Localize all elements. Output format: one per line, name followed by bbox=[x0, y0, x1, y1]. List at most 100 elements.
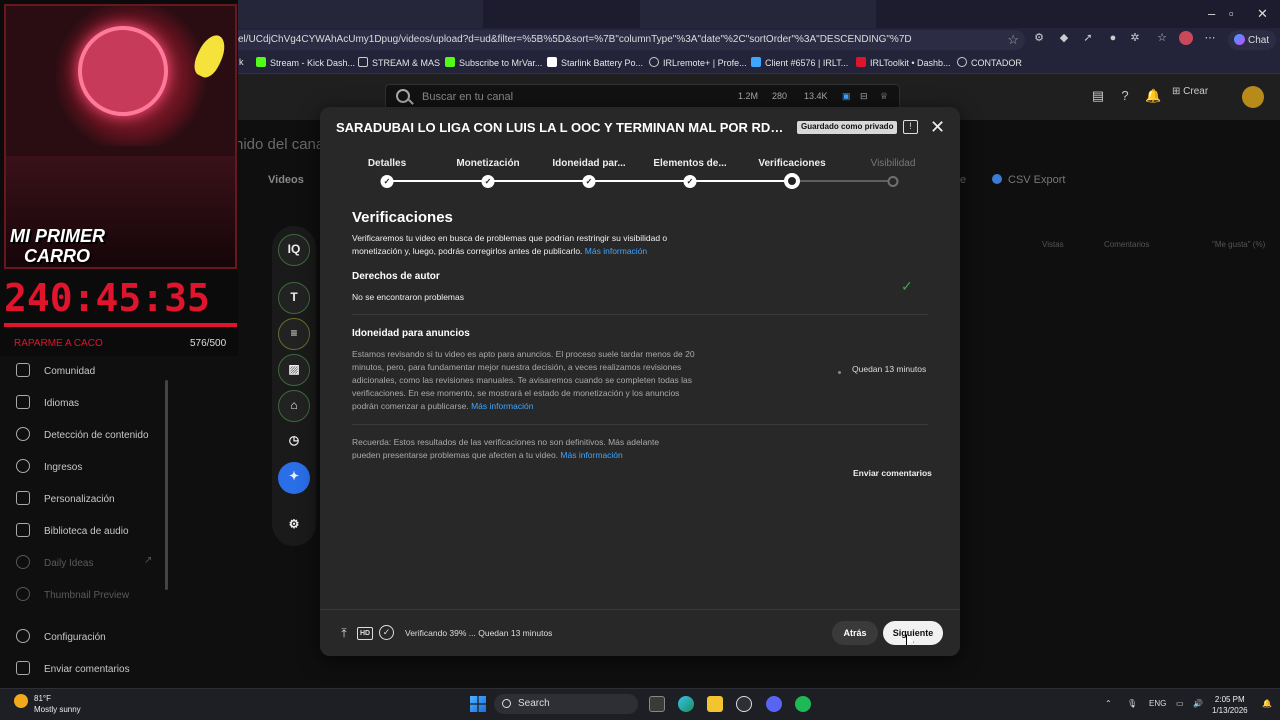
sidebar-item-audio-library[interactable]: Biblioteca de audio bbox=[16, 523, 129, 537]
stream-overlay: MI PRIMER CARRO 240:45:35 RAPARME A CACO… bbox=[0, 0, 238, 356]
bookmark-item[interactable]: STREAM & MAS bbox=[358, 57, 440, 68]
bookmark-icon[interactable]: ⊟ bbox=[860, 91, 868, 102]
csv-export-button[interactable]: CSV Export bbox=[992, 174, 1065, 186]
sidebar-item-daily-ideas[interactable]: Daily Ideas ↗ bbox=[16, 555, 152, 569]
extension-icon[interactable]: ● bbox=[1106, 31, 1120, 45]
clock-icon[interactable]: ◷ bbox=[278, 426, 310, 458]
sidebar-item-languages[interactable]: Idiomas bbox=[16, 395, 79, 409]
report-icon[interactable]: ! bbox=[903, 120, 918, 134]
column-header-views[interactable]: Vistas bbox=[1042, 240, 1064, 249]
irltoolkit-icon bbox=[856, 57, 866, 67]
more-info-link[interactable]: Más información bbox=[560, 450, 622, 460]
trophy-icon[interactable]: ♕ bbox=[880, 91, 888, 102]
tray-overflow-icon[interactable]: ⌃ bbox=[1105, 699, 1112, 708]
sidebar-item-earn[interactable]: Ingresos bbox=[16, 459, 82, 473]
language-indicator[interactable]: ENG bbox=[1149, 699, 1166, 708]
extension-icon[interactable]: ➚ bbox=[1081, 31, 1095, 45]
notification-bell-icon[interactable]: 🔔 bbox=[1262, 699, 1272, 708]
step-visibility[interactable]: Visibilidad bbox=[871, 158, 916, 169]
bookmark-item[interactable]: IRLremote+ | Profe... bbox=[649, 57, 747, 68]
extension-icon[interactable]: ◆ bbox=[1057, 31, 1071, 45]
spotify-icon[interactable] bbox=[795, 696, 811, 712]
column-header-comments[interactable]: Comentarios bbox=[1104, 240, 1149, 249]
sidebar-item-send-feedback[interactable]: Enviar comentarios bbox=[16, 661, 130, 675]
more-icon[interactable]: ⋯ bbox=[1203, 31, 1217, 45]
neon-logo bbox=[78, 26, 168, 116]
browser-tab[interactable] bbox=[640, 0, 876, 28]
step-done-check-icon: ✓ bbox=[683, 175, 697, 188]
taskbar-clock[interactable]: 2:05 PM 1/13/2026 bbox=[1212, 694, 1248, 716]
more-info-link[interactable]: Más información bbox=[471, 401, 533, 411]
bookmark-item[interactable]: Client #6576 | IRLT... bbox=[751, 57, 848, 68]
csv-icon bbox=[992, 174, 1002, 184]
chat-button[interactable]: Chat bbox=[1228, 30, 1276, 50]
column-header-likes[interactable]: "Me gusta" (%) bbox=[1212, 240, 1265, 249]
bookmark-item[interactable]: Stream - Kick Dash... bbox=[256, 57, 355, 68]
step-video-elements[interactable]: Elementos de... bbox=[653, 158, 726, 169]
sidebar-item-thumbnail-preview[interactable]: Thumbnail Preview bbox=[16, 587, 129, 601]
thumbnail-tool-icon[interactable]: ▨ bbox=[278, 354, 310, 386]
more-info-link[interactable]: Más información bbox=[585, 246, 647, 256]
step-done-check-icon: ✓ bbox=[582, 175, 596, 188]
ai-sparkle-icon[interactable]: ✦ bbox=[278, 462, 310, 494]
tab-videos[interactable]: Videos bbox=[268, 174, 304, 186]
settings-gear-icon[interactable]: ⚙ bbox=[278, 510, 310, 542]
step-ad-suitability[interactable]: Idoneidad par... bbox=[552, 158, 625, 169]
tab-fragment[interactable]: e bbox=[960, 174, 966, 186]
create-button[interactable]: ⊞ Crear bbox=[1172, 86, 1228, 106]
bookmark-item[interactable]: CONTADOR bbox=[957, 57, 1022, 68]
description-tool-icon[interactable]: ≡ bbox=[278, 318, 310, 350]
obs-icon[interactable] bbox=[736, 696, 752, 712]
ads-suitability-description: Estamos revisando si tu video es apto pa… bbox=[352, 349, 695, 411]
notifications-icon[interactable]: 🔔 bbox=[1145, 88, 1161, 104]
vidiq-icon[interactable]: ▣ bbox=[842, 91, 851, 102]
vidiq-button[interactable]: IQ bbox=[278, 234, 310, 266]
step-monetization[interactable]: Monetización bbox=[456, 158, 519, 169]
create-icon: ⊞ bbox=[1172, 86, 1184, 97]
minimize-icon[interactable]: – bbox=[1208, 6, 1215, 21]
search-icon bbox=[396, 89, 410, 103]
task-view-icon[interactable] bbox=[649, 696, 665, 712]
browser-tab[interactable] bbox=[238, 0, 483, 28]
sidebar-item-content-detection[interactable]: Detección de contenido bbox=[16, 427, 149, 441]
network-icon[interactable]: ▭ bbox=[1176, 699, 1184, 708]
favorites-icon[interactable]: ☆ bbox=[1155, 31, 1169, 45]
back-button[interactable]: Atrás bbox=[832, 621, 878, 645]
sidebar-item-settings[interactable]: Configuración bbox=[16, 629, 106, 643]
discord-icon[interactable] bbox=[766, 696, 782, 712]
title-tool-button[interactable]: T bbox=[278, 282, 310, 314]
file-explorer-icon[interactable] bbox=[707, 696, 723, 712]
close-icon[interactable]: ✕ bbox=[930, 117, 945, 137]
tags-tool-icon[interactable]: ⌂ bbox=[278, 390, 310, 422]
step-todo-dot bbox=[887, 176, 899, 187]
bookmark-prefix[interactable]: k bbox=[239, 57, 244, 67]
help-icon[interactable]: ? bbox=[1117, 88, 1133, 104]
taskbar-search[interactable]: Search bbox=[494, 694, 638, 714]
bookmark-item[interactable]: Subscribe to MrVar... bbox=[445, 57, 542, 68]
avatar[interactable] bbox=[1242, 86, 1264, 108]
profile-icon[interactable] bbox=[1179, 31, 1193, 45]
bookmark-item[interactable]: IRLToolkit • Dashb... bbox=[856, 57, 951, 68]
extension-icon[interactable]: ⚙ bbox=[1032, 31, 1046, 45]
messages-icon[interactable]: ▤ bbox=[1090, 88, 1106, 104]
step-checks[interactable]: Verificaciones bbox=[758, 158, 825, 169]
volume-icon[interactable]: 🔊 bbox=[1193, 699, 1203, 708]
sun-icon bbox=[14, 694, 28, 708]
sidebar-item-community[interactable]: Comunidad bbox=[16, 363, 95, 377]
bookmark-item[interactable]: Starlink Battery Po... bbox=[547, 57, 643, 68]
close-window-icon[interactable]: ✕ bbox=[1257, 6, 1268, 22]
sidebar-scrollbar[interactable] bbox=[165, 380, 168, 590]
sidebar-item-customization[interactable]: Personalización bbox=[16, 491, 115, 505]
dialog-title: SARADUBAI LO LIGA CON LUIS LA L OOC Y TE… bbox=[336, 120, 786, 135]
url-field[interactable]: el/UCdjChVg4CYWAhAcUmy1Dpug/videos/uploa… bbox=[230, 30, 1025, 50]
extensions-icon[interactable]: ✲ bbox=[1128, 31, 1142, 45]
star-icon[interactable]: ☆ bbox=[1007, 32, 1019, 48]
reminder-text: Recuerda: Estos resultados de las verifi… bbox=[352, 437, 660, 460]
page-title: nido del cana bbox=[235, 136, 325, 153]
step-details[interactable]: Detalles bbox=[368, 158, 406, 169]
maximize-icon[interactable]: ▫ bbox=[1229, 6, 1234, 21]
send-feedback-link[interactable]: Enviar comentarios bbox=[853, 468, 932, 478]
microphone-icon[interactable]: 🎙 bbox=[1127, 699, 1137, 708]
edge-icon[interactable] bbox=[678, 696, 694, 712]
check-circle-icon: ✓ bbox=[379, 625, 394, 640]
